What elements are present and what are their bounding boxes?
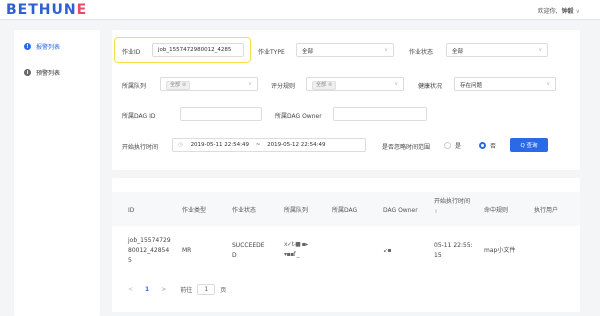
dag-owner-input[interactable] xyxy=(333,107,427,121)
col-header-owner: DAG Owner xyxy=(383,207,418,214)
page-suffix: 页 xyxy=(220,287,227,294)
radio-circle xyxy=(444,142,451,149)
rule-select[interactable]: 全部 ⊗ ∨ xyxy=(306,77,404,91)
job-id-label: 作业ID xyxy=(122,49,141,56)
alert-icon: ! xyxy=(24,43,31,50)
cell-status-line1: SUCCEEDE xyxy=(232,242,265,249)
info-icon: i xyxy=(24,69,31,76)
col-header-type: 作业类型 xyxy=(182,207,207,214)
chevron-down-icon: ∨ xyxy=(575,8,580,15)
queue-tag-label: 全部 xyxy=(170,82,181,88)
radio-circle-selected xyxy=(479,142,486,149)
date-separator: ~ xyxy=(255,142,261,148)
cell-start-line2: 15 xyxy=(434,252,442,259)
sidebar-item-label: 报警列表 xyxy=(36,44,61,51)
job-status-select[interactable]: 全部 ∨ xyxy=(446,43,548,57)
col-header-dag: 所属DAG xyxy=(332,207,358,214)
cell-type: MR xyxy=(182,247,192,254)
clock-icon: ◷ xyxy=(178,142,183,148)
prev-page-button[interactable]: < xyxy=(128,286,133,293)
sidebar-item-warning-list[interactable]: i 预警列表 xyxy=(24,68,60,77)
cell-id-line1[interactable]: job_15574729 xyxy=(128,236,171,246)
date-to: 2019-05-12 22:54:49 xyxy=(267,142,326,148)
job-type-label: 作业TYPE xyxy=(258,49,285,56)
radio-yes-label: 是 xyxy=(455,143,462,150)
radio-no[interactable]: 否 xyxy=(479,141,496,150)
greeting-text: 欢迎你, xyxy=(537,8,558,15)
queue-tag[interactable]: 全部 ⊗ xyxy=(166,81,191,90)
rule-tag[interactable]: 全部 ⊗ xyxy=(312,81,337,90)
page-number-current[interactable]: 1 xyxy=(145,286,149,293)
goto-page-input[interactable]: 1 xyxy=(197,284,216,295)
cell-id-line3[interactable]: 5 xyxy=(128,256,132,266)
job-id-value: job_1557472980012_4285 xyxy=(158,47,232,53)
query-button-label: Q 查询 xyxy=(520,143,538,149)
cell-id-line2[interactable]: 80012_42854 xyxy=(128,246,169,256)
brand-logo[interactable]: BETHUNE xyxy=(6,2,87,18)
queue-label: 所属队列 xyxy=(122,83,147,90)
sidebar-item-alarm-list[interactable]: ! 报警列表 xyxy=(24,42,60,51)
cell-status-line2: D xyxy=(232,252,237,259)
chevron-down-icon: ∨ xyxy=(394,81,398,87)
col-header-user: 执行用户 xyxy=(534,207,559,214)
cell-queue-line1: x✓t-■ ▪▸ xyxy=(284,241,308,248)
rule-tag-label: 全部 xyxy=(316,82,327,88)
col-header-id: ID xyxy=(128,207,135,214)
goto-label: 前往 xyxy=(180,287,193,294)
job-type-select[interactable]: 全部 ∨ xyxy=(296,43,394,57)
chevron-down-icon: ∨ xyxy=(384,47,388,53)
health-label: 健康状况 xyxy=(418,83,443,90)
sidebar-item-label: 预警列表 xyxy=(36,70,61,77)
cell-queue-line2: ▾▪▪f _ xyxy=(284,251,300,258)
logo-text: BETHUN xyxy=(6,2,77,18)
cell-rule: map小文件 xyxy=(484,247,516,254)
chevron-down-icon: ∨ xyxy=(538,47,542,53)
chevron-down-icon: ∨ xyxy=(248,81,252,87)
next-page-button[interactable]: > xyxy=(161,286,166,293)
start-time-header-label: 开始执行时间 xyxy=(434,198,471,205)
radio-no-label: 否 xyxy=(490,143,497,150)
rule-label: 评分规则 xyxy=(271,83,296,90)
radio-yes[interactable]: 是 xyxy=(444,141,461,150)
ignore-time-label: 是否忽略时间范围 xyxy=(382,144,431,151)
chevron-down-icon: ∨ xyxy=(546,81,550,87)
dag-id-input[interactable] xyxy=(180,107,262,121)
job-id-input[interactable]: job_1557472980012_4285 xyxy=(152,43,244,57)
dag-id-label: 所属DAG ID xyxy=(122,113,156,120)
job-status-label: 作业状态 xyxy=(409,49,434,56)
date-range-picker[interactable]: ◷ 2019-05-11 22:54:49 ~ 2019-05-12 22:54… xyxy=(172,138,366,152)
job-status-value: 全部 xyxy=(452,49,464,55)
health-select[interactable]: 存在问题 ∨ xyxy=(454,77,556,91)
pagination: < 1 > 前往 1 页 xyxy=(128,284,226,295)
close-icon[interactable]: ⊗ xyxy=(328,82,332,88)
close-icon[interactable]: ⊗ xyxy=(182,82,186,88)
col-header-queue: 所属队列 xyxy=(284,207,309,214)
dag-owner-label: 所属DAG Owner xyxy=(275,113,322,120)
job-type-value: 全部 xyxy=(302,49,314,55)
query-button[interactable]: Q 查询 xyxy=(510,138,548,152)
date-from: 2019-05-11 22:54:49 xyxy=(190,142,249,148)
sort-icon[interactable]: ⇕ xyxy=(434,209,438,215)
health-value: 存在问题 xyxy=(460,83,483,89)
col-header-rule: 命中规则 xyxy=(484,207,509,214)
cell-owner: ↙▪ xyxy=(383,247,392,254)
user-name: 钟毅 xyxy=(561,8,574,15)
queue-select[interactable]: 全部 ⊗ ∨ xyxy=(160,77,258,91)
cell-start-line1: 05-11 22:55: xyxy=(434,242,473,249)
logo-accent: E xyxy=(76,2,88,18)
col-header-start-time[interactable]: 开始执行时间 ⇕ xyxy=(434,197,474,217)
user-menu[interactable]: 欢迎你, 钟毅 ∨ xyxy=(538,6,580,15)
sidebar: ! 报警列表 i 预警列表 xyxy=(14,30,100,316)
start-time-label: 开始执行时间 xyxy=(122,144,159,151)
top-bar: BETHUNE 欢迎你, 钟毅 ∨ xyxy=(0,0,600,20)
col-header-status: 作业状态 xyxy=(232,207,257,214)
